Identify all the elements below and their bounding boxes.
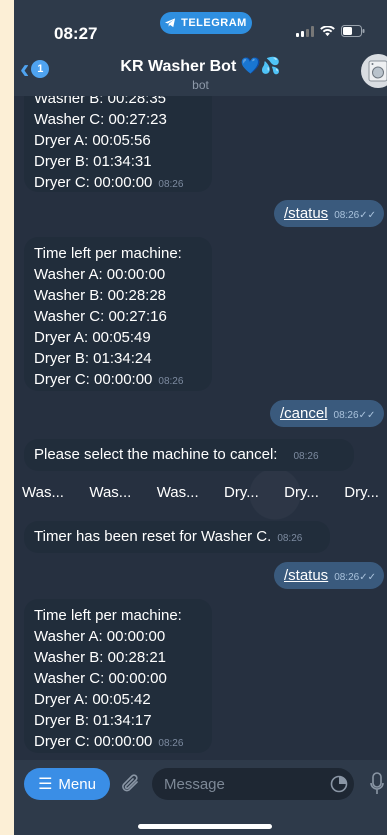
status-clock: 08:27 — [54, 24, 98, 43]
menu-icon: ☰ — [38, 776, 53, 793]
message-line: Dryer A: 00:05:42 — [34, 691, 151, 708]
signal-icon — [296, 25, 314, 37]
message-line: Dryer C: 00:00:00 08:26 — [34, 731, 202, 754]
message-time: 08:26 — [334, 572, 360, 583]
command-link[interactable]: /cancel — [280, 405, 328, 422]
message-line: Washer B: 00:28:21 — [34, 649, 167, 666]
message-time: 08:26 — [277, 533, 303, 544]
message-line: Washer A: 00:00:00 — [34, 266, 166, 283]
menu-label: Menu — [58, 775, 96, 793]
message-line: Washer C: 00:27:23 — [34, 111, 167, 128]
message-line: Dryer B: 01:34:17 — [34, 712, 152, 729]
washing-machine-icon — [368, 60, 387, 82]
read-check-icon: ✓✓ — [359, 210, 376, 221]
inline-button-dryer-b[interactable]: Dry... — [284, 484, 319, 506]
message-line: Dryer C: 00:00:00 08:26 — [34, 369, 202, 392]
bot-avatar-overlay[interactable] — [361, 54, 387, 88]
message-time: 08:26 — [293, 451, 319, 462]
message-line: Time left per machine: — [34, 245, 182, 262]
message-line: Dryer B: 01:34:24 — [34, 350, 152, 367]
inline-button-washer-c[interactable]: Was... — [157, 484, 199, 506]
inline-button-washer-a[interactable]: Was... — [22, 484, 64, 506]
outgoing-message[interactable]: /status 08:26✓✓ — [274, 200, 384, 227]
bot-menu-button[interactable]: ☰ Menu — [24, 768, 110, 800]
microphone-icon[interactable] — [370, 772, 384, 796]
chat-title-overlay[interactable]: KR Washer Bot 💙💦 — [14, 56, 387, 76]
message-text: Please select the machine to cancel: — [34, 446, 278, 463]
telegram-plane-icon — [165, 18, 176, 28]
inline-button-washer-b[interactable]: Was... — [89, 484, 131, 506]
message-last-line: Dryer C: 00:00:00 — [34, 371, 153, 388]
message-time: 08:26 — [158, 376, 184, 387]
command-link[interactable]: /status — [284, 205, 328, 222]
phone-screen: 08:27 TELEGRAM ‹ 1 KR Washer Bot 💙💦 bot … — [14, 0, 387, 835]
message-line: Dryer C: 00:00:00 08:26 — [34, 172, 202, 195]
inline-button-dryer-a[interactable]: Dry... — [224, 484, 259, 506]
home-indicator[interactable] — [138, 824, 272, 829]
incoming-message: Time left per machine: Washer A: 00:00:0… — [24, 237, 212, 391]
message-line: Time left per machine: — [34, 607, 182, 624]
message-last-line: Dryer C: 00:00:00 — [34, 174, 153, 191]
message-input[interactable] — [152, 768, 354, 800]
return-app-label: TELEGRAM — [181, 17, 247, 29]
inline-keyboard: Was... Was... Was... Dry... Dry... Dry..… — [22, 484, 379, 506]
incoming-message: Timer has been reset for Washer C. 08:26 — [24, 521, 330, 553]
message-line: Please select the machine to cancel: 08:2… — [34, 444, 344, 467]
paperclip-icon[interactable] — [120, 772, 142, 796]
outgoing-message[interactable]: /cancel 08:26✓✓ — [270, 400, 384, 427]
message-line: Dryer B: 01:34:31 — [34, 153, 152, 170]
battery-icon — [341, 25, 365, 37]
message-last-line: Dryer C: 00:00:00 — [34, 733, 153, 750]
read-check-icon: ✓✓ — [359, 572, 376, 583]
message-text: Timer has been reset for Washer C. — [34, 528, 272, 545]
incoming-message: Time left per machine: Washer A: 00:00:0… — [24, 599, 212, 753]
system-icons — [296, 25, 365, 37]
message-time: 08:26 — [333, 410, 359, 421]
outgoing-message[interactable]: /status 08:26✓✓ — [274, 562, 384, 589]
incoming-message: Washer B: 00:28:35 Washer C: 00:27:23 Dr… — [24, 82, 212, 192]
sticker-icon[interactable] — [330, 775, 348, 793]
message-time: 08:26 — [334, 210, 360, 221]
message-time: 08:26 — [158, 738, 184, 749]
message-line: Washer C: 00:00:00 — [34, 670, 167, 687]
message-line: Timer has been reset for Washer C. 08:26 — [34, 526, 320, 549]
message-line: Washer B: 00:28:28 — [34, 287, 167, 304]
wifi-icon — [320, 25, 335, 36]
command-link[interactable]: /status — [284, 567, 328, 584]
status-bar: 08:27 TELEGRAM — [14, 0, 387, 44]
message-line: Dryer A: 00:05:56 — [34, 132, 151, 149]
incoming-message: Please select the machine to cancel: 08:2… — [24, 439, 354, 471]
return-to-app-pill[interactable]: TELEGRAM — [160, 12, 252, 34]
chat-subtitle-overlay: bot — [192, 78, 209, 92]
message-time: 08:26 — [158, 179, 184, 190]
message-line: Dryer A: 00:05:49 — [34, 329, 151, 346]
message-line: Washer C: 00:27:16 — [34, 308, 167, 325]
inline-button-dryer-c[interactable]: Dry... — [344, 484, 379, 506]
read-check-icon: ✓✓ — [358, 410, 376, 421]
message-line: Washer A: 00:00:00 — [34, 628, 166, 645]
